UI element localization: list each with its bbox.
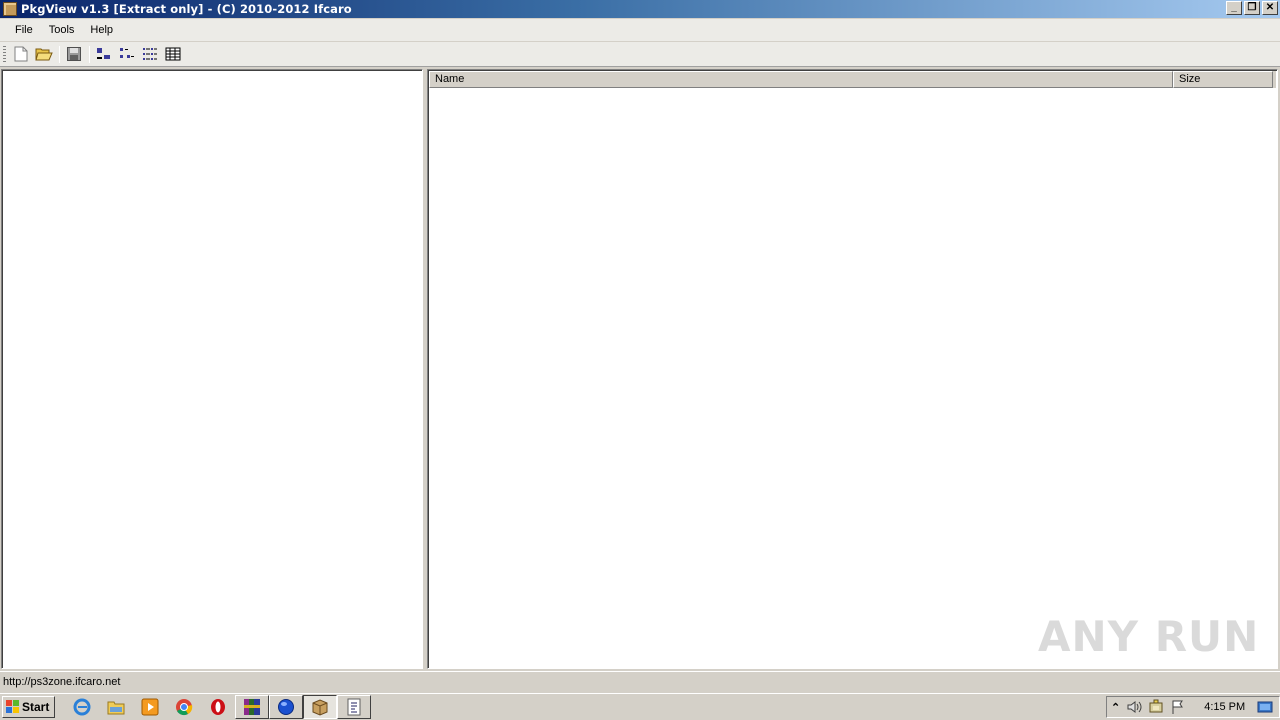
internet-explorer-icon bbox=[73, 698, 91, 716]
taskbar: Start ⌃ 4:15 PM bbox=[0, 693, 1280, 720]
toolbar bbox=[0, 42, 1280, 67]
winrar-icon bbox=[244, 699, 260, 715]
blue-orb-icon bbox=[278, 699, 294, 715]
windows-logo-icon bbox=[6, 700, 20, 714]
open-folder-icon bbox=[35, 48, 53, 61]
title-bar: PkgView v1.3 [Extract only] - (C) 2010-2… bbox=[0, 0, 1280, 18]
minimize-button[interactable]: _ bbox=[1226, 1, 1242, 15]
pkgview-icon bbox=[312, 699, 328, 716]
list-button[interactable] bbox=[139, 44, 161, 64]
chrome-icon bbox=[176, 699, 193, 716]
ie-launch-button[interactable] bbox=[65, 695, 99, 719]
column-header-name[interactable]: Name bbox=[429, 71, 1173, 88]
menu-help[interactable]: Help bbox=[83, 22, 120, 38]
action-center-flag-icon[interactable] bbox=[1170, 699, 1186, 715]
list-header: Name Size bbox=[429, 71, 1276, 88]
watermark: ANY RUN bbox=[1038, 612, 1260, 661]
toolbar-grip[interactable] bbox=[3, 45, 6, 63]
menu-file[interactable]: File bbox=[8, 22, 40, 38]
media-player-launch-button[interactable] bbox=[133, 695, 167, 719]
details-view-icon bbox=[165, 47, 181, 61]
save-button[interactable] bbox=[63, 44, 85, 64]
opera-launch-button[interactable] bbox=[201, 695, 235, 719]
clock[interactable]: 4:15 PM bbox=[1204, 701, 1245, 713]
volume-icon[interactable] bbox=[1126, 700, 1142, 714]
opera-icon bbox=[211, 699, 225, 715]
chrome-launch-button[interactable] bbox=[167, 695, 201, 719]
app-package-icon bbox=[3, 2, 17, 16]
window-title: PkgView v1.3 [Extract only] - (C) 2010-2… bbox=[21, 2, 352, 16]
system-tray: ⌃ 4:15 PM bbox=[1106, 696, 1280, 718]
menu-bar: File Tools Help bbox=[0, 19, 1280, 41]
new-button[interactable] bbox=[10, 44, 32, 64]
column-header-size[interactable]: Size bbox=[1173, 71, 1273, 88]
show-hidden-icons-icon[interactable]: ⌃ bbox=[1111, 701, 1120, 714]
large-icons-button[interactable] bbox=[93, 44, 115, 64]
start-label: Start bbox=[22, 700, 50, 714]
open-button[interactable] bbox=[33, 44, 55, 64]
close-button[interactable]: ✕ bbox=[1262, 1, 1278, 15]
media-player-icon bbox=[141, 698, 159, 716]
explorer-launch-button[interactable] bbox=[99, 695, 133, 719]
explorer-icon bbox=[107, 701, 125, 715]
list-view-icon bbox=[143, 48, 157, 60]
show-desktop-icon[interactable] bbox=[1257, 700, 1273, 714]
status-bar: http://ps3zone.ifcaro.net bbox=[0, 671, 1280, 692]
large-icons-view-icon bbox=[97, 48, 110, 59]
script-icon bbox=[347, 698, 361, 716]
file-list-pane[interactable]: Name Size bbox=[427, 69, 1278, 669]
folder-tree-pane[interactable] bbox=[1, 69, 423, 669]
pkgview-task-button[interactable] bbox=[303, 695, 337, 719]
new-icon bbox=[14, 46, 28, 62]
winrar-task-button[interactable] bbox=[235, 695, 269, 719]
network-icon[interactable] bbox=[1148, 699, 1164, 715]
start-button[interactable]: Start bbox=[2, 696, 55, 718]
menu-tools[interactable]: Tools bbox=[42, 22, 82, 38]
blue-orb-task-button[interactable] bbox=[269, 695, 303, 719]
small-icons-button[interactable] bbox=[116, 44, 138, 64]
save-icon bbox=[67, 47, 81, 61]
details-button[interactable] bbox=[162, 44, 184, 64]
small-icons-view-icon bbox=[120, 48, 134, 58]
status-text: http://ps3zone.ifcaro.net bbox=[3, 676, 121, 688]
restore-button[interactable]: ❐ bbox=[1244, 1, 1260, 15]
toolbar-separator bbox=[89, 45, 90, 63]
script-task-button[interactable] bbox=[337, 695, 371, 719]
toolbar-separator bbox=[59, 45, 60, 63]
